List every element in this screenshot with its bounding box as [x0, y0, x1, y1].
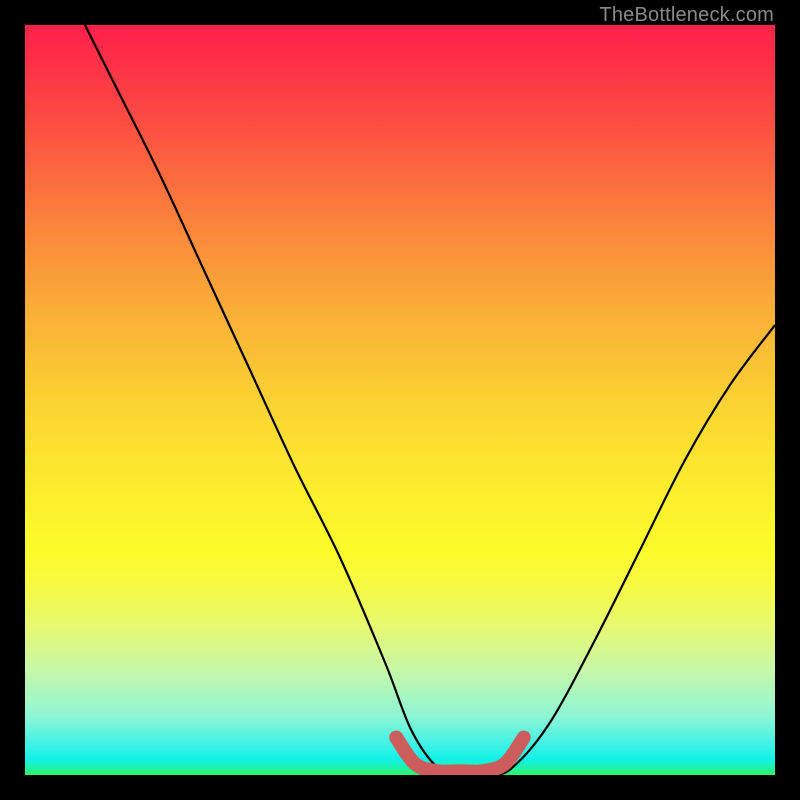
chart-plot-area — [25, 25, 775, 775]
optimal-zone-accent — [396, 738, 524, 772]
bottleneck-curve — [85, 25, 775, 775]
stage: TheBottleneck.com — [0, 0, 800, 800]
watermark-text: TheBottleneck.com — [599, 4, 774, 27]
chart-svg — [25, 25, 775, 775]
